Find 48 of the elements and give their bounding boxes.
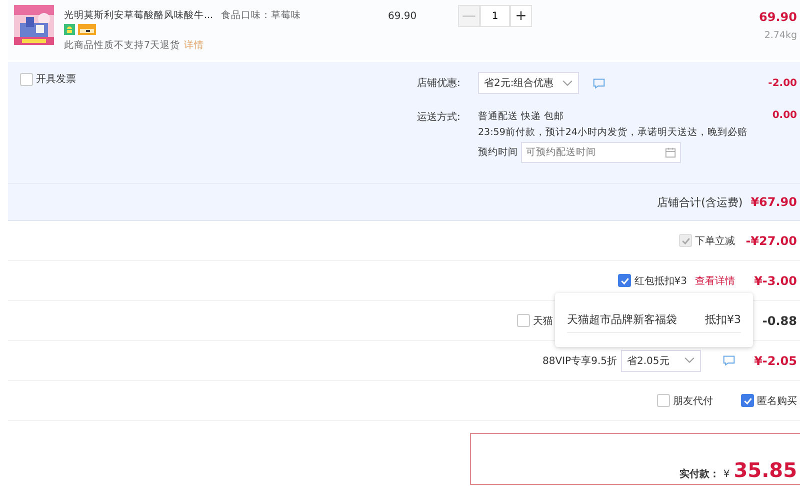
date-field[interactable]: 可预约配送时间	[521, 142, 681, 163]
details-link[interactable]: 查看详情	[695, 274, 735, 288]
payment-amount: 35.85	[734, 458, 797, 482]
discount-amount: -0.88	[761, 314, 797, 328]
discount-label: 下单立减	[695, 234, 735, 248]
delivery-promise: 23:59前付款，预计24小时内发货，承诺明天送达，晚到必赔	[478, 126, 748, 139]
calendar-icon[interactable]	[665, 147, 676, 158]
chevron-icon	[684, 357, 695, 364]
discount-label: 红包抵扣¥3	[634, 274, 687, 288]
shipping-amount: 0.00	[772, 110, 797, 121]
chat-icon[interactable]	[723, 355, 735, 366]
return-note: 此商品性质不支持7天退货	[64, 40, 180, 51]
item-total: 69.90	[759, 10, 797, 24]
shipping-method: 普通配送 快递 包邮	[478, 110, 566, 123]
currency-symbol: ¥	[723, 469, 730, 480]
discount-amount: -¥27.00	[744, 234, 797, 248]
store-total-label: 店铺合计(含运费)	[657, 194, 743, 210]
shipping-label: 运送方式:	[417, 110, 462, 124]
option-label: 匿名购买	[757, 394, 797, 408]
checkbox[interactable]	[618, 274, 632, 287]
discount-label: 天猫	[533, 314, 553, 328]
unit-price: 69.90	[388, 11, 418, 22]
chat-icon[interactable]	[592, 78, 605, 88]
coupon-name: 天猫超市品牌新客福袋	[567, 312, 677, 327]
option-label: 朋友代付	[673, 394, 713, 408]
checkbox[interactable]	[657, 394, 670, 407]
coupon-value: 抵扣¥3	[705, 312, 741, 327]
discount-label: 店铺优惠:	[417, 76, 462, 90]
invoice-label: 开具发票	[36, 73, 76, 86]
discount-select[interactable]: 省2.05元	[621, 350, 701, 372]
plus-button[interactable]: +	[510, 5, 532, 27]
checkbox[interactable]	[741, 394, 754, 407]
discount-label: 88VIP专享9.5折	[542, 354, 617, 368]
quantity-field[interactable]: 1	[480, 5, 510, 27]
checkbox[interactable]	[517, 314, 530, 327]
checkbox[interactable]	[20, 72, 33, 86]
payment-label: 实付款：	[679, 467, 720, 481]
store-total-amount: ¥67.90	[750, 195, 797, 209]
card-icon	[78, 24, 96, 35]
schedule-label: 预约时间	[478, 146, 518, 159]
product-option: 食品口味：草莓味	[221, 9, 302, 22]
product-title[interactable]: 光明莫斯利安草莓酸酪风味酸牛...	[64, 9, 214, 22]
chevron-icon	[562, 80, 573, 86]
discount-amount: ¥-3.00	[753, 274, 797, 288]
item-weight: 2.74kg	[763, 30, 797, 41]
discount-select[interactable]: 省2元:组合优惠	[478, 72, 579, 94]
discount-amount: ¥-2.05	[753, 354, 797, 368]
discount-amount: -2.00	[768, 78, 797, 88]
